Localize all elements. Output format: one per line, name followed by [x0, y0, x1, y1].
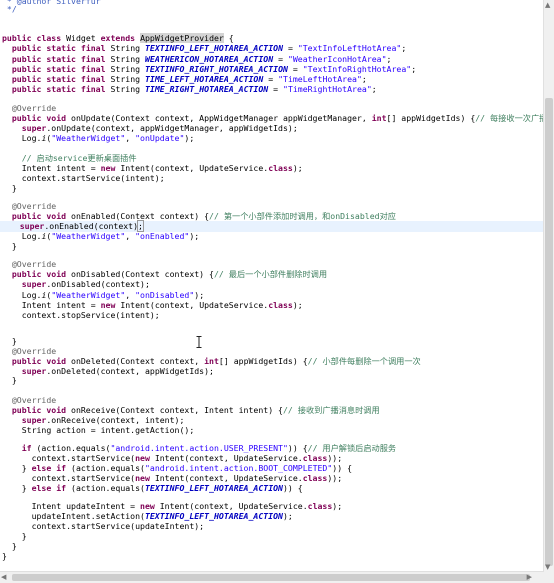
code-line[interactable]: super.onDeleted(context, appWidgetIds); — [2, 366, 214, 377]
code-line[interactable]: super.onDisabled(context); — [2, 279, 150, 290]
code-line[interactable]: } — [2, 375, 17, 386]
code-line[interactable]: } — [2, 551, 7, 562]
vertical-scrollbar[interactable]: ▲ ▼ — [543, 0, 554, 572]
text-cursor-icon — [196, 336, 202, 348]
scroll-right-arrow-icon[interactable]: ▶ — [527, 572, 532, 582]
code-line[interactable]: */ — [2, 4, 17, 15]
scroll-down-arrow-icon[interactable]: ▼ — [545, 562, 550, 572]
code-line[interactable]: public static final String TEXTINFO_LEFT… — [2, 43, 406, 54]
code-line[interactable]: } — [2, 241, 17, 252]
horizontal-scrollbar[interactable]: ◀ ▶ — [0, 571, 544, 583]
code-line[interactable]: Log.i("WeatherWidget", "onEnabled"); — [2, 231, 200, 242]
horizontal-scroll-thumb[interactable] — [12, 574, 530, 581]
code-line[interactable]: } else if (action.equals(TEXTINFO_LEFT_H… — [2, 483, 303, 494]
code-line[interactable]: } — [2, 183, 17, 194]
code-line[interactable]: context.stopService(intent); — [2, 310, 160, 321]
scrollbar-corner — [544, 572, 554, 583]
code-line[interactable]: context.startService(updateIntent); — [2, 521, 205, 532]
code-line[interactable]: public static final String TIME_RIGHT_HO… — [2, 84, 377, 95]
scroll-up-arrow-icon[interactable]: ▲ — [545, 0, 550, 10]
scroll-left-arrow-icon[interactable]: ◀ — [1, 572, 6, 582]
vertical-scroll-thumb[interactable] — [545, 98, 553, 566]
code-line[interactable]: String action = intent.getAction(); — [2, 425, 195, 436]
code-line[interactable]: Log.i("WeatherWidget", "onUpdate"); — [2, 133, 195, 144]
code-line[interactable]: context.startService(intent); — [2, 173, 165, 184]
code-editor[interactable]: * @author Silverfur */public class Widge… — [0, 0, 544, 572]
